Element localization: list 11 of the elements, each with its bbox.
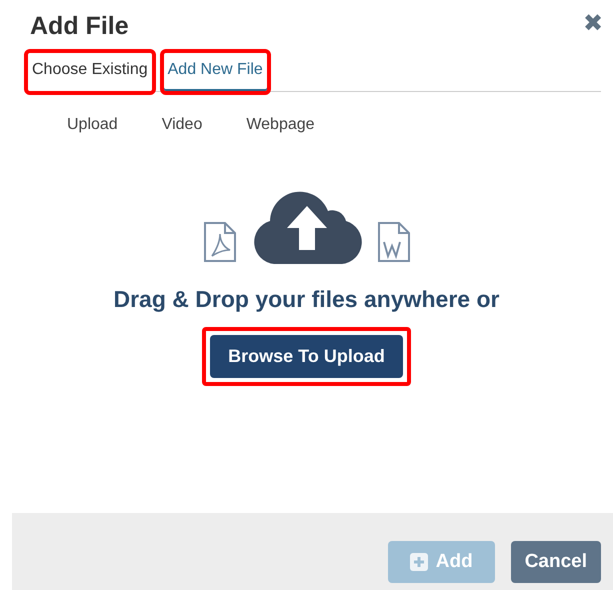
source-link[interactable]: Upload <box>67 116 118 134</box>
dialog-title: Add File <box>30 12 129 41</box>
close-button[interactable]: ✖ <box>583 12 603 36</box>
browse-button[interactable]: Browse To Upload <box>210 335 403 378</box>
drop-message: Drag & Drop your files anywhere or <box>114 286 500 313</box>
pdf-file-icon <box>202 220 238 264</box>
source-link[interactable]: Video <box>162 116 202 134</box>
cancel-button[interactable]: Cancel <box>510 541 601 583</box>
plus-icon <box>410 553 428 571</box>
source-link[interactable]: Webpage <box>246 116 315 134</box>
word-file-icon <box>376 220 412 264</box>
